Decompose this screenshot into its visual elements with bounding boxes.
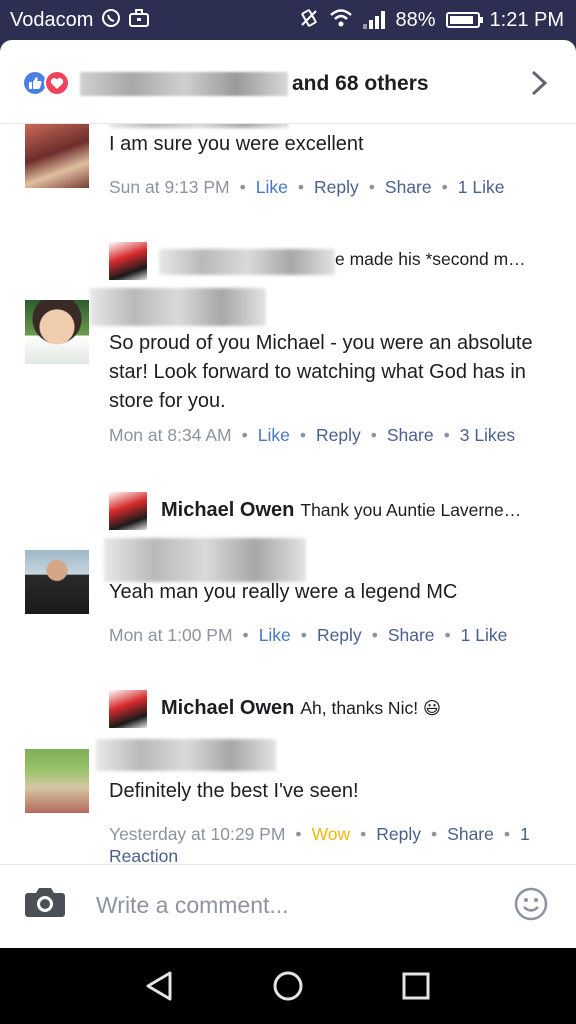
status-right: 88% 1:21 PM	[299, 8, 564, 32]
redacted-author	[159, 249, 335, 275]
carrier-name: Vodacom	[10, 8, 94, 31]
comments-list: I am sure you were excellent Sun at 9:13…	[0, 124, 576, 864]
reply-link[interactable]: Reply	[376, 824, 421, 844]
reaction-count-label: Reaction	[109, 846, 179, 864]
comment-time: Mon at 1:00 PM	[109, 625, 233, 645]
reply-body: Ah, thanks Nic! 😃	[300, 698, 442, 718]
status-bar: Vodacom 88% 1:21 PM	[0, 0, 576, 40]
reply-link[interactable]: Reply	[316, 425, 361, 445]
reply-author[interactable]: Michael Owen	[161, 697, 294, 719]
reactors-suffix: and 68 others	[292, 72, 429, 95]
comment-meta: Yesterday at 10:29 PM • Wow • Reply • Share • 1 …	[109, 824, 530, 864]
comment-meta: Mon at 8:34 AM • Like • Reply • Share • 3 Likes	[109, 425, 516, 445]
vibrate-icon	[299, 8, 319, 32]
reaction-count-label: Like	[475, 625, 508, 645]
battery-percent: 88%	[395, 8, 436, 31]
comment-time: Yesterday at 10:29 PM	[109, 824, 286, 844]
battery-fill	[449, 16, 473, 24]
redacted-names	[80, 72, 288, 96]
reaction-count-number: 1	[460, 625, 471, 645]
reply-link[interactable]: Reply	[317, 625, 362, 645]
reaction-count-number: 1	[457, 177, 468, 197]
battery-icon	[445, 12, 483, 28]
reply-text: Michael Owen Thank you Auntie Laverne…	[161, 499, 549, 522]
avatar[interactable]	[25, 749, 89, 813]
comment-composer	[0, 864, 576, 948]
wow-link[interactable]: Wow	[312, 824, 351, 844]
comment-input[interactable]	[96, 887, 496, 923]
reaction-count[interactable]: 1 Like	[461, 625, 508, 645]
briefcase-icon	[129, 9, 150, 31]
wifi-icon	[329, 8, 353, 32]
comment-text: So proud of you Michael - you were an ab…	[109, 332, 533, 412]
reply-avatar	[109, 492, 147, 530]
reply-avatar	[109, 242, 147, 280]
comments-panel: and 68 others I am sure you were excelle…	[0, 40, 576, 948]
comment-meta: Sun at 9:13 PM • Like • Reply • Share • 1 Like	[109, 177, 505, 197]
share-link[interactable]: Share	[387, 425, 434, 445]
comment-text: Definitely the best I've seen!	[109, 780, 359, 802]
reaction-count[interactable]: 3 Likes	[460, 425, 515, 445]
redacted-author[interactable]	[104, 538, 306, 582]
reactors-summary: and 68 others	[80, 72, 429, 96]
reaction-icons	[22, 70, 70, 96]
reaction-count[interactable]: 1 Like	[458, 177, 505, 197]
reply-text: e made his *second m…	[335, 249, 526, 269]
reaction-count-label: Like	[472, 177, 505, 197]
chevron-right-icon[interactable]	[530, 70, 548, 101]
comment: Definitely the best I've seen! Yesterday…	[0, 739, 576, 864]
comment-time: Mon at 8:34 AM	[109, 425, 232, 445]
reply-avatar	[109, 690, 147, 728]
camera-icon[interactable]	[24, 885, 66, 919]
whatsapp-icon	[101, 8, 121, 32]
reply-preview[interactable]: Michael Owen Ah, thanks Nic! 😃	[109, 690, 549, 730]
comment-time: Sun at 9:13 PM	[109, 177, 230, 197]
back-icon[interactable]	[142, 968, 178, 1004]
reply-body: Thank you Auntie Laverne…	[300, 500, 522, 520]
comment-text: I am sure you were excellent	[109, 133, 364, 155]
reply-text: Michael Owen Ah, thanks Nic! 😃	[161, 697, 549, 720]
reply-preview[interactable]: Michael Owen Thank you Auntie Laverne…	[109, 492, 549, 532]
emoji-icon[interactable]	[514, 887, 548, 921]
redacted-author[interactable]	[96, 739, 276, 771]
system-nav-bar	[0, 948, 576, 1024]
comment: I am sure you were excellent Sun at 9:13…	[0, 124, 576, 254]
reactions-header[interactable]: and 68 others	[0, 40, 576, 124]
avatar[interactable]	[25, 124, 89, 188]
like-link[interactable]: Like	[256, 177, 288, 197]
love-reaction-icon	[44, 70, 70, 96]
status-left: Vodacom	[10, 8, 150, 32]
signal-icon	[363, 11, 386, 29]
reaction-count-label: Likes	[474, 425, 516, 445]
home-icon[interactable]	[270, 968, 306, 1004]
share-link[interactable]: Share	[447, 824, 494, 844]
avatar[interactable]	[25, 300, 89, 364]
comment-text: Yeah man you really were a legend MC	[109, 581, 458, 603]
clock: 1:21 PM	[489, 8, 564, 31]
share-link[interactable]: Share	[385, 177, 432, 197]
recents-icon[interactable]	[398, 968, 434, 1004]
comment: Yeah man you really were a legend MC Mon…	[0, 538, 576, 700]
comment: So proud of you Michael - you were an ab…	[0, 288, 576, 520]
like-link[interactable]: Like	[258, 425, 290, 445]
redacted-author[interactable]	[90, 288, 266, 326]
reply-preview[interactable]: e made his *second m…	[109, 242, 549, 282]
redacted-author[interactable]	[109, 124, 289, 128]
comment-meta: Mon at 1:00 PM • Like • Reply • Share • 1 Like	[109, 625, 508, 645]
share-link[interactable]: Share	[388, 625, 435, 645]
reply-link[interactable]: Reply	[314, 177, 359, 197]
reaction-count-number: 1	[520, 824, 530, 844]
reply-author[interactable]: Michael Owen	[161, 499, 294, 521]
reaction-count-number: 3	[459, 425, 470, 445]
like-link[interactable]: Like	[259, 625, 291, 645]
avatar[interactable]	[25, 550, 89, 614]
